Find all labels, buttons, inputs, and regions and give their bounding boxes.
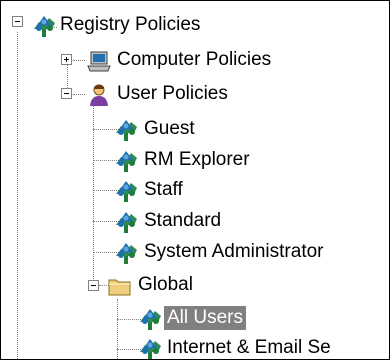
tree-node-label[interactable]: Global [135, 273, 196, 297]
tree-node-label[interactable]: System Administrator [141, 240, 327, 264]
policy-tree-icon [113, 148, 139, 174]
collapse-toggle[interactable] [88, 280, 99, 291]
tree-line [73, 94, 85, 95]
tree-line [117, 299, 118, 359]
tree-view[interactable]: Registry Policies Computer Policies User… [0, 0, 390, 360]
tree-node-label[interactable]: User Policies [114, 82, 231, 106]
tree-node-label[interactable]: RM Explorer [141, 148, 253, 172]
tree-node-label[interactable]: Internet & Email Se [164, 336, 334, 359]
computer-icon [87, 51, 111, 72]
tree-line [17, 32, 18, 359]
tree-node-label[interactable]: Registry Policies [57, 13, 203, 37]
user-icon [90, 84, 108, 106]
policy-tree-icon [137, 306, 163, 332]
tree-line [73, 60, 85, 61]
policy-tree-icon [113, 209, 139, 235]
tree-node-label[interactable]: Standard [141, 209, 224, 233]
tree-node-label[interactable]: Staff [141, 178, 186, 202]
policy-tree-icon [137, 336, 163, 360]
folder-icon [108, 279, 131, 296]
tree-line [93, 105, 94, 281]
collapse-toggle[interactable] [61, 88, 72, 99]
tree-node-label[interactable]: Guest [141, 117, 198, 141]
policy-tree-icon [113, 117, 139, 143]
expand-toggle[interactable] [61, 54, 72, 65]
policy-tree-icon [31, 13, 57, 39]
tree-node-label[interactable]: Computer Policies [114, 48, 274, 72]
policy-tree-icon [113, 240, 139, 266]
collapse-toggle[interactable] [12, 16, 23, 27]
policy-tree-icon [113, 178, 139, 204]
tree-node-label-selected[interactable]: All Users [164, 306, 247, 330]
